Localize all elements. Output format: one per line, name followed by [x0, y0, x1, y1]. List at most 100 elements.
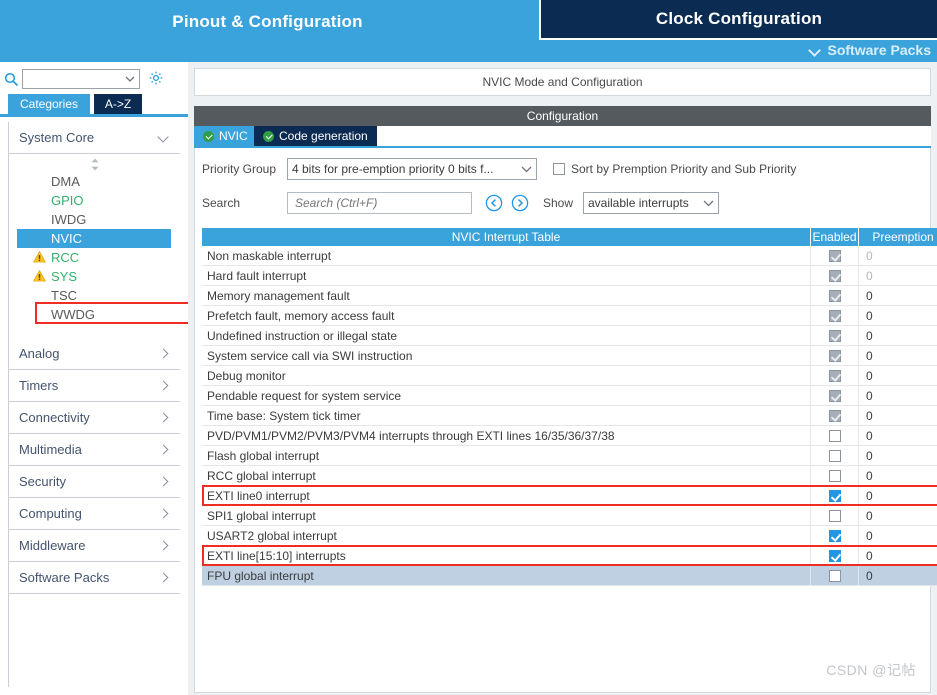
scroll-spinner-icon[interactable]	[9, 156, 180, 172]
chevron-down-icon[interactable]	[124, 76, 136, 83]
sidebar-item-nvic[interactable]: NVIC	[17, 229, 171, 248]
enabled-checkbox[interactable]	[828, 389, 841, 402]
preemption-cell[interactable]: 0	[859, 366, 937, 385]
sidebar-group-security[interactable]: Security	[9, 466, 180, 498]
table-row[interactable]: Debug monitor 0	[202, 366, 937, 386]
preemption-cell[interactable]: 0	[859, 506, 937, 525]
chevron-left-circle-icon[interactable]	[485, 194, 503, 212]
enabled-cell[interactable]	[811, 566, 859, 585]
table-row[interactable]: EXTI line[15:10] interrupts 0	[202, 545, 937, 566]
sidebar-group-connectivity[interactable]: Connectivity	[9, 402, 180, 434]
sidebar-group-multimedia[interactable]: Multimedia	[9, 434, 180, 466]
sidebar-tab-az[interactable]: A->Z	[94, 94, 142, 114]
preemption-cell[interactable]: 0	[859, 306, 937, 325]
enabled-cell[interactable]	[811, 346, 859, 365]
enabled-checkbox[interactable]	[828, 349, 841, 362]
table-row[interactable]: RCC global interrupt 0	[202, 466, 937, 486]
enabled-cell[interactable]	[811, 306, 859, 325]
preemption-cell[interactable]: 0	[859, 386, 937, 405]
preemption-cell[interactable]: 0	[859, 526, 937, 545]
enabled-cell[interactable]	[811, 406, 859, 425]
enabled-checkbox[interactable]	[828, 449, 841, 462]
sidebar-group-middleware[interactable]: Middleware	[9, 530, 180, 562]
preemption-cell[interactable]: 0	[859, 466, 937, 485]
sort-preemption-checkbox[interactable]	[553, 163, 565, 175]
enabled-cell[interactable]	[811, 526, 859, 545]
preemption-cell[interactable]: 0	[859, 346, 937, 365]
enabled-cell[interactable]	[811, 466, 859, 485]
sidebar-item-sys[interactable]: SYS	[9, 267, 180, 286]
enabled-checkbox[interactable]	[828, 489, 841, 502]
table-row[interactable]: Non maskable interrupt 0	[202, 246, 937, 266]
table-row[interactable]: Pendable request for system service 0	[202, 386, 937, 406]
enabled-checkbox[interactable]	[828, 409, 841, 422]
sidebar-group-computing[interactable]: Computing	[9, 498, 180, 530]
interrupt-search-box[interactable]	[287, 192, 472, 214]
enabled-checkbox[interactable]	[828, 369, 841, 382]
table-row[interactable]: Hard fault interrupt 0	[202, 266, 937, 286]
enabled-cell[interactable]	[811, 426, 859, 445]
enabled-cell[interactable]	[811, 386, 859, 405]
chevron-right-circle-icon[interactable]	[511, 194, 529, 212]
sidebar-group-timers[interactable]: Timers	[9, 370, 180, 402]
table-row[interactable]: FPU global interrupt 0	[202, 566, 937, 586]
enabled-checkbox[interactable]	[828, 249, 841, 262]
priority-group-select[interactable]: 4 bits for pre-emption priority 0 bits f…	[287, 158, 537, 180]
preemption-cell[interactable]: 0	[859, 406, 937, 425]
software-packs-menu[interactable]: Software Packs	[810, 42, 932, 58]
enabled-cell[interactable]	[811, 266, 859, 285]
enabled-checkbox[interactable]	[828, 529, 841, 542]
sidebar-group-analog[interactable]: Analog	[9, 338, 180, 370]
interrupt-search-input[interactable]	[293, 195, 466, 211]
column-header-preemption[interactable]: Preemption	[859, 228, 937, 246]
sidebar-item-gpio[interactable]: GPIO	[9, 191, 180, 210]
enabled-checkbox[interactable]	[828, 329, 841, 342]
preemption-cell[interactable]: 0	[859, 286, 937, 305]
enabled-checkbox[interactable]	[828, 269, 841, 282]
enabled-checkbox[interactable]	[828, 569, 841, 582]
sort-preemption-checkbox-row[interactable]: Sort by Premption Priority and Sub Prior…	[553, 162, 796, 176]
tab-clock-configuration[interactable]: Clock Configuration	[539, 0, 937, 40]
enabled-checkbox[interactable]	[828, 429, 841, 442]
enabled-checkbox[interactable]	[828, 509, 841, 522]
table-row[interactable]: System service call via SWI instruction 0	[202, 346, 937, 366]
enabled-cell[interactable]	[811, 506, 859, 525]
preemption-cell[interactable]: 0	[859, 246, 937, 265]
sidebar-item-dma[interactable]: DMA	[9, 172, 180, 191]
sidebar-search-input[interactable]	[26, 71, 124, 87]
preemption-cell[interactable]: 0	[859, 426, 937, 445]
sidebar-item-rcc[interactable]: RCC	[9, 248, 180, 267]
table-row[interactable]: Prefetch fault, memory access fault 0	[202, 306, 937, 326]
enabled-cell[interactable]	[811, 486, 859, 505]
enabled-cell[interactable]	[811, 446, 859, 465]
preemption-cell[interactable]: 0	[859, 266, 937, 285]
sidebar-group-system-core[interactable]: System Core	[9, 122, 180, 154]
preemption-cell[interactable]: 0	[859, 566, 937, 585]
enabled-cell[interactable]	[811, 246, 859, 265]
enabled-checkbox[interactable]	[828, 289, 841, 302]
enabled-cell[interactable]	[811, 366, 859, 385]
tab-code-generation[interactable]: Code generation	[254, 126, 377, 146]
table-row[interactable]: Flash global interrupt 0	[202, 446, 937, 466]
show-select[interactable]: available interrupts	[583, 192, 719, 214]
table-row[interactable]: SPI1 global interrupt 0	[202, 506, 937, 526]
enabled-checkbox[interactable]	[828, 549, 841, 562]
column-header-name[interactable]: NVIC Interrupt Table	[202, 228, 811, 246]
preemption-cell[interactable]: 0	[859, 326, 937, 345]
table-row[interactable]: PVD/PVM1/PVM2/PVM3/PVM4 interrupts throu…	[202, 426, 937, 446]
sidebar-group-software-packs[interactable]: Software Packs	[9, 562, 180, 594]
enabled-cell[interactable]	[811, 326, 859, 345]
enabled-cell[interactable]	[811, 546, 859, 565]
table-row[interactable]: USART2 global interrupt 0	[202, 526, 937, 546]
table-row[interactable]: Memory management fault 0	[202, 286, 937, 306]
tab-pinout-configuration[interactable]: Pinout & Configuration	[0, 0, 535, 62]
preemption-cell[interactable]: 0	[859, 486, 937, 505]
preemption-cell[interactable]: 0	[859, 546, 937, 565]
sidebar-item-iwdg[interactable]: IWDG	[9, 210, 180, 229]
gear-icon[interactable]	[148, 70, 164, 89]
sidebar-tab-categories[interactable]: Categories	[8, 94, 90, 114]
sidebar-item-wwdg[interactable]: WWDG	[9, 305, 180, 324]
table-row[interactable]: EXTI line0 interrupt 0	[202, 485, 937, 506]
table-row[interactable]: Time base: System tick timer 0	[202, 406, 937, 426]
preemption-cell[interactable]: 0	[859, 446, 937, 465]
